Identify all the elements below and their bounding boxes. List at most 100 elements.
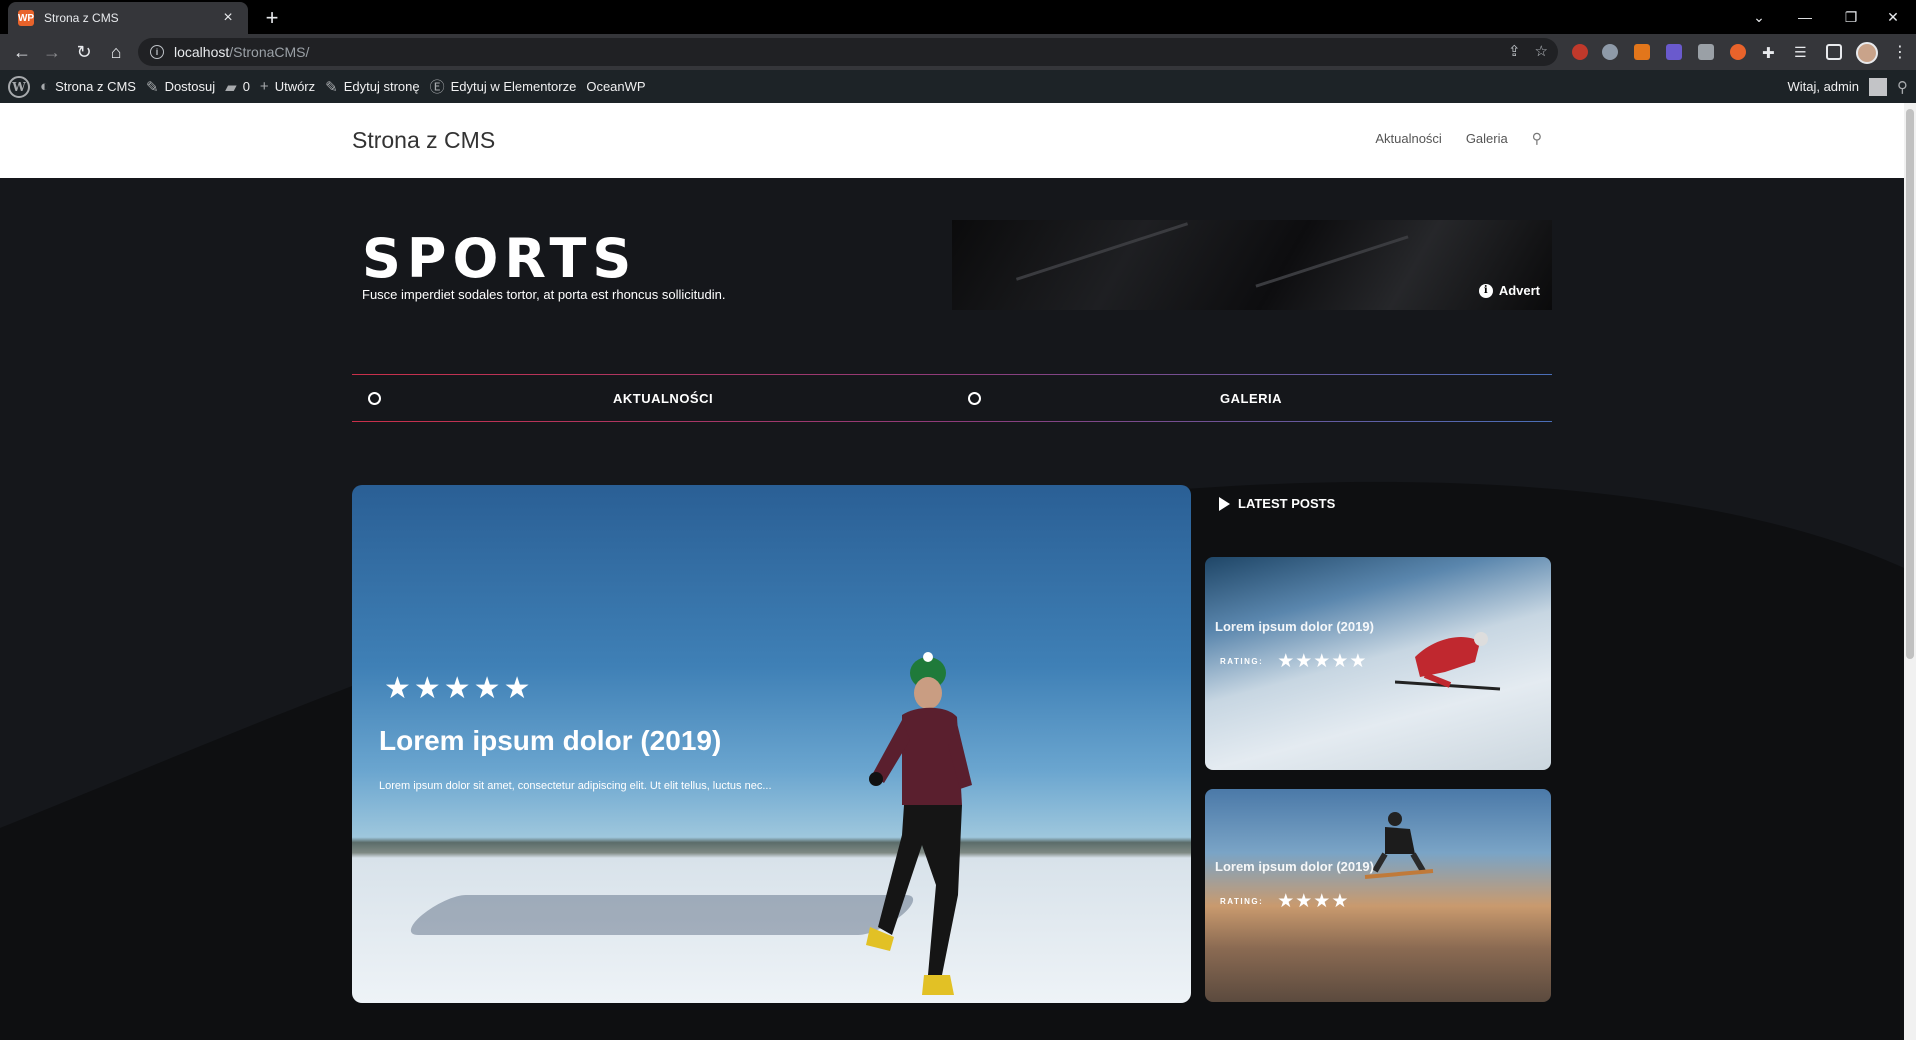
runner-image (866, 652, 972, 995)
post-title[interactable]: Lorem ipsum dolor (2019) (1215, 619, 1374, 634)
latest-posts-label: LATEST POSTS (1238, 496, 1336, 511)
featured-rating-stars: ★★★★★ (384, 672, 534, 705)
pencil-icon: ✎ (325, 78, 338, 96)
browser-tab[interactable]: WP Strona z CMS × (8, 2, 248, 34)
tab-search-icon[interactable]: ⌄ (1736, 0, 1782, 34)
admin-bar-label: Strona z CMS (55, 79, 136, 94)
restore-button[interactable]: ❐ (1828, 0, 1874, 34)
admin-bar-comments[interactable]: ▰ 0 (225, 70, 250, 103)
browser-tab-strip: WP Strona z CMS × + ⌄ — ❐ ✕ (0, 0, 1916, 34)
elementor-icon: Ⓔ (429, 79, 445, 96)
play-icon (1219, 496, 1230, 511)
rating-stars: ★★★★★ (1277, 651, 1368, 672)
extension-fox-icon[interactable] (1730, 44, 1746, 60)
close-tab-icon[interactable]: × (218, 9, 238, 27)
profile-avatar[interactable] (1856, 42, 1878, 64)
admin-bar-elementor[interactable]: Ⓔ Edytuj w Elementorze (430, 70, 577, 103)
brush-icon: ✎ (145, 78, 159, 96)
extensions-puzzle-icon[interactable]: ✚ (1762, 44, 1778, 62)
site-header: Strona z CMS Aktualności Galeria ⚲ (0, 103, 1904, 178)
browser-toolbar: ← → ↻ ⌂ i localhost/StronaCMS/ ⇪ ☆ ✚ ☰ ⋮ (0, 34, 1916, 70)
category-bar: AKTUALNOŚCI GALERIA (352, 374, 1552, 422)
close-window-button[interactable]: ✕ (1870, 0, 1916, 34)
search-icon[interactable]: ⚲ (1532, 130, 1542, 147)
home-button[interactable]: ⌂ (102, 38, 130, 66)
main-content: SPORTS Fusce imperdiet sodales tortor, a… (0, 178, 1904, 1040)
url-host: localhost (174, 44, 230, 60)
runner-shadow (398, 895, 926, 935)
browser-menu-icon[interactable]: ⋮ (1892, 42, 1908, 62)
advert-text: Advert (1498, 283, 1540, 298)
page-subtitle: Fusce imperdiet sodales tortor, at porta… (362, 287, 726, 302)
url-path: /StronaCMS/ (229, 44, 310, 60)
scrollbar-thumb[interactable] (1906, 109, 1914, 659)
site-title[interactable]: Strona z CMS (352, 127, 495, 154)
info-icon: i (1478, 283, 1493, 298)
extension-ublock-icon[interactable] (1572, 44, 1588, 60)
wordpress-logo-icon[interactable]: W (8, 75, 30, 98)
nav-item-galeria[interactable]: Galeria (1466, 131, 1508, 146)
admin-bar-label: Utwórz (274, 79, 316, 94)
site-info-icon[interactable]: i (150, 45, 164, 59)
admin-bar-site-name[interactable]: ◐ Strona z CMS (40, 70, 136, 103)
circle-icon (368, 391, 381, 405)
admin-search-icon[interactable]: ⚲ (1897, 78, 1908, 96)
share-icon[interactable]: ⇪ (1508, 42, 1521, 60)
latest-post-card[interactable]: Lorem ipsum dolor (2019) RATING: ★★★★★ (1205, 557, 1551, 770)
post-rating: RATING: ★★★★ (1220, 890, 1349, 913)
plus-icon: + (259, 78, 269, 95)
comment-count: 0 (242, 79, 250, 94)
comment-icon: ▰ (225, 78, 237, 96)
advert-label: i Advert (1478, 283, 1540, 298)
minimize-button[interactable]: — (1782, 0, 1828, 34)
site-favicon-icon: WP (18, 10, 34, 26)
featured-post-card[interactable]: ★★★★★ Lorem ipsum dolor (2019) Lorem ips… (352, 485, 1191, 1003)
extension-glasses-icon[interactable] (1602, 44, 1618, 60)
category-label: GALERIA (1220, 390, 1282, 406)
admin-greeting[interactable]: Witaj, admin (1787, 79, 1859, 94)
dashboard-icon: ◐ (40, 78, 50, 95)
page-title: SPORTS (362, 227, 638, 290)
extension-k-icon[interactable] (1698, 44, 1714, 60)
forward-button[interactable]: → (38, 38, 66, 66)
bookmark-star-icon[interactable]: ☆ (1535, 42, 1548, 60)
post-rating: RATING: ★★★★★ (1220, 650, 1367, 673)
skier-image (1395, 632, 1501, 691)
rating-label: RATING: (1220, 657, 1264, 666)
avatar[interactable] (1869, 77, 1887, 96)
page-scrollbar[interactable] (1904, 103, 1916, 1040)
extension-metamask-icon[interactable] (1634, 44, 1650, 60)
new-tab-button[interactable]: + (258, 4, 286, 32)
admin-bar-label: Edytuj w Elementorze (450, 79, 577, 94)
tab-title: Strona z CMS (44, 11, 119, 25)
nav-item-aktualnosci[interactable]: Aktualności (1375, 131, 1441, 146)
main-navigation: Aktualności Galeria ⚲ (1375, 130, 1542, 147)
admin-bar-label: OceanWP (586, 79, 646, 94)
admin-bar-customize[interactable]: ✎ Dostosuj (146, 70, 215, 103)
category-galeria[interactable]: GALERIA (968, 374, 1528, 422)
category-label: AKTUALNOŚCI (613, 390, 714, 406)
circle-icon (968, 391, 981, 405)
reload-button[interactable]: ↻ (70, 38, 98, 66)
side-panel-icon[interactable] (1826, 44, 1842, 60)
wp-admin-bar: W ◐ Strona z CMS ✎ Dostosuj ▰ 0 + Utwórz… (0, 70, 1916, 103)
rating-label: RATING: (1220, 897, 1264, 906)
latest-posts-heading: LATEST POSTS (1219, 496, 1335, 511)
featured-post-excerpt: Lorem ipsum dolor sit amet, consectetur … (379, 780, 772, 792)
back-button[interactable]: ← (8, 38, 36, 66)
latest-post-card[interactable]: Lorem ipsum dolor (2019) RATING: ★★★★ (1205, 789, 1551, 1002)
advert-decoration (1255, 235, 1409, 288)
admin-bar-edit-page[interactable]: ✎ Edytuj stronę (325, 70, 419, 103)
admin-bar-new[interactable]: + Utwórz (260, 70, 315, 103)
admin-bar-label: Dostosuj (164, 79, 216, 94)
post-title[interactable]: Lorem ipsum dolor (2019) (1215, 859, 1374, 874)
address-bar[interactable]: i localhost/StronaCMS/ ⇪ ☆ (138, 38, 1558, 66)
admin-bar-oceanwp[interactable]: OceanWP (586, 70, 645, 103)
category-aktualnosci[interactable]: AKTUALNOŚCI (368, 374, 928, 422)
featured-post-title[interactable]: Lorem ipsum dolor (2019) (379, 725, 721, 757)
admin-bar-label: Edytuj stronę (343, 79, 420, 94)
extension-pen-icon[interactable] (1666, 44, 1682, 60)
advert-banner[interactable]: i Advert (952, 220, 1552, 310)
advert-decoration (1015, 222, 1189, 281)
reading-list-icon[interactable]: ☰ (1794, 44, 1810, 60)
